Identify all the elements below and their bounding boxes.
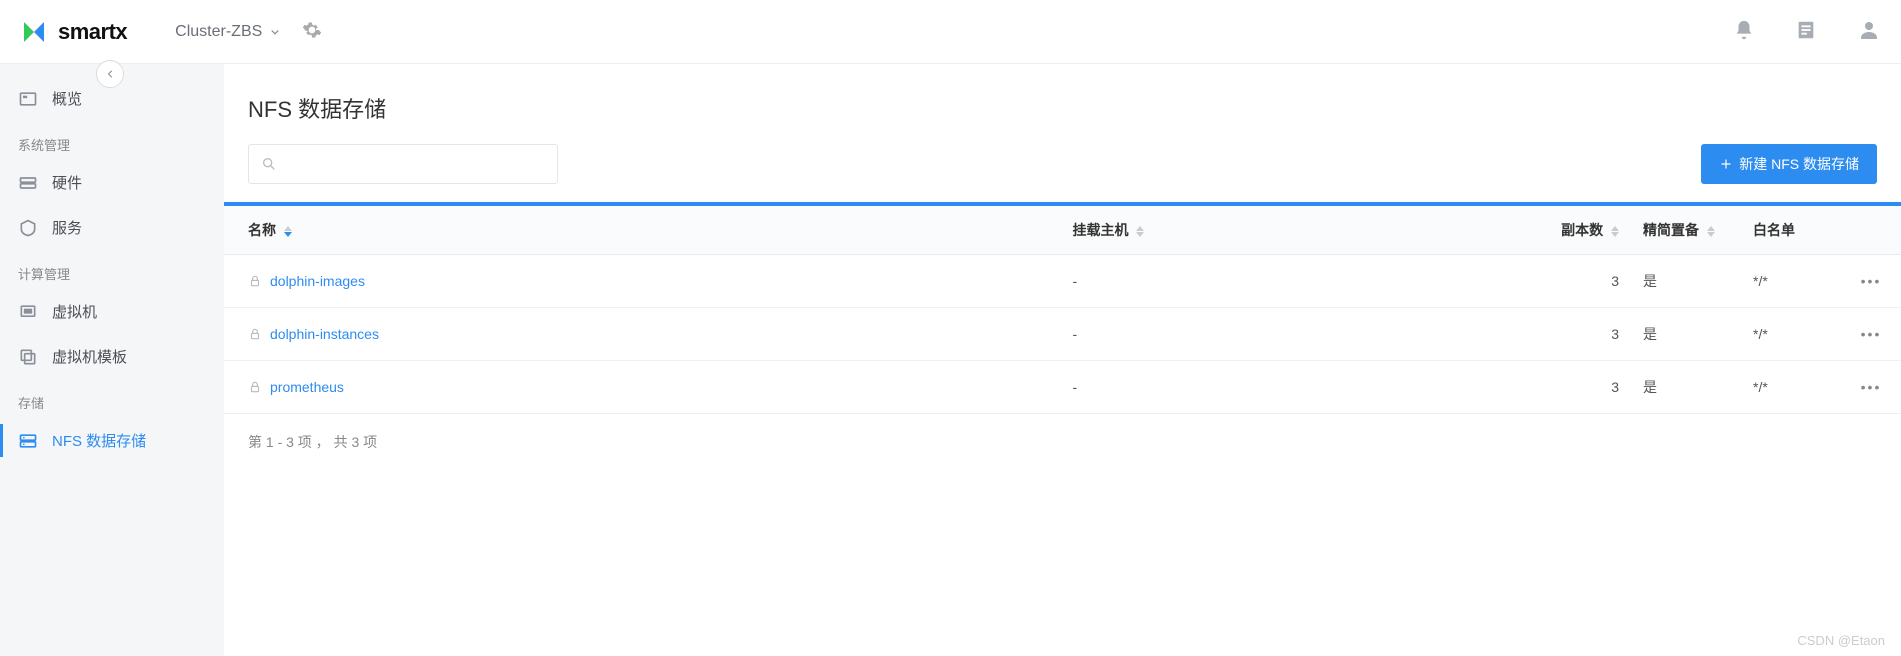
app-header: smartx Cluster-ZBS [0,0,1901,64]
header-actions [1733,18,1881,45]
lock-icon [248,327,262,341]
sidebar-group-storage: 存储 [0,379,224,418]
table-row: prometheus -3是*/* ••• [224,361,1901,414]
sidebar: 概览 系统管理 硬件 服务 计算管理 虚拟机 虚拟机模板 存储 NFS 数据存储 [0,64,224,656]
nfs-name-link[interactable]: dolphin-instances [270,326,379,342]
search-box[interactable] [248,144,558,184]
cluster-name: Cluster-ZBS [175,23,262,41]
watermark: CSDN @Etaon [1797,633,1885,648]
plus-icon [1719,157,1733,171]
nfs-name-link[interactable]: prometheus [270,379,344,395]
sort-icon [1707,226,1715,237]
col-header-actions [1841,206,1901,255]
cell-replica: 3 [1541,308,1631,361]
user-avatar-icon[interactable] [1857,18,1881,45]
chevron-down-icon [268,25,282,39]
cell-mount: - [1061,255,1541,308]
row-actions-menu[interactable]: ••• [1861,326,1882,342]
nfs-name-link[interactable]: dolphin-images [270,273,365,289]
chevron-left-icon [104,68,116,80]
create-nfs-button[interactable]: 新建 NFS 数据存储 [1701,144,1877,184]
cell-mount: - [1061,361,1541,414]
cell-whitelist: */* [1741,361,1841,414]
settings-gear-icon[interactable] [302,20,322,43]
col-header-whitelist: 白名单 [1741,206,1841,255]
sidebar-item-hardware[interactable]: 硬件 [0,160,224,205]
lock-icon [248,274,262,288]
toolbar: 新建 NFS 数据存储 [224,144,1901,202]
nfs-icon [18,431,38,451]
table-row: dolphin-instances -3是*/* ••• [224,308,1901,361]
cell-name: dolphin-images [224,255,1061,308]
sidebar-collapse-button[interactable] [96,60,124,88]
page-title: NFS 数据存储 [248,92,1901,124]
sidebar-item-label: 服务 [52,217,82,238]
template-icon [18,347,38,367]
cell-mount: - [1061,308,1541,361]
cell-whitelist: */* [1741,255,1841,308]
logo-mark-icon [20,18,48,46]
brand-text: smartx [58,19,127,45]
dashboard-icon [18,89,38,109]
cluster-selector[interactable]: Cluster-ZBS [175,23,282,41]
create-button-label: 新建 NFS 数据存储 [1739,154,1859,174]
col-header-thin[interactable]: 精简置备 [1631,206,1741,255]
sort-icon [1611,226,1619,237]
col-header-replica[interactable]: 副本数 [1541,206,1631,255]
cell-thin: 是 [1631,255,1741,308]
service-icon [18,218,38,238]
main-content: NFS 数据存储 新建 NFS 数据存储 名称 挂载主机 [224,64,1901,656]
cell-thin: 是 [1631,361,1741,414]
sidebar-group-compute: 计算管理 [0,250,224,289]
table-row: dolphin-images -3是*/* ••• [224,255,1901,308]
cell-replica: 3 [1541,361,1631,414]
row-actions-menu[interactable]: ••• [1861,273,1882,289]
tasks-icon[interactable] [1795,19,1817,44]
sidebar-item-label: NFS 数据存储 [52,430,146,451]
vm-icon [18,302,38,322]
sidebar-group-system: 系统管理 [0,121,224,160]
hardware-icon [18,173,38,193]
sidebar-item-vm[interactable]: 虚拟机 [0,289,224,334]
sidebar-item-label: 概览 [52,88,82,109]
sidebar-item-label: 硬件 [52,172,82,193]
sidebar-item-nfs[interactable]: NFS 数据存储 [0,418,224,463]
row-actions-menu[interactable]: ••• [1861,379,1882,395]
cell-replica: 3 [1541,255,1631,308]
search-icon [261,156,277,172]
sidebar-item-template[interactable]: 虚拟机模板 [0,334,224,379]
sort-icon [284,226,292,237]
search-input[interactable] [277,156,545,172]
brand-logo[interactable]: smartx [20,18,127,46]
col-header-mount[interactable]: 挂载主机 [1061,206,1541,255]
notifications-icon[interactable] [1733,19,1755,44]
nfs-table: 名称 挂载主机 副本数 精简置备 白名单 [224,206,1901,414]
cell-name: prometheus [224,361,1061,414]
sidebar-item-service[interactable]: 服务 [0,205,224,250]
sort-icon [1136,226,1144,237]
cell-name: dolphin-instances [224,308,1061,361]
sidebar-item-label: 虚拟机 [52,301,97,322]
col-header-name[interactable]: 名称 [224,206,1061,255]
sidebar-item-label: 虚拟机模板 [52,346,127,367]
pagination-info: 第 1 - 3 项 ， 共 3 项 [224,414,1901,470]
lock-icon [248,380,262,394]
cell-whitelist: */* [1741,308,1841,361]
cell-thin: 是 [1631,308,1741,361]
